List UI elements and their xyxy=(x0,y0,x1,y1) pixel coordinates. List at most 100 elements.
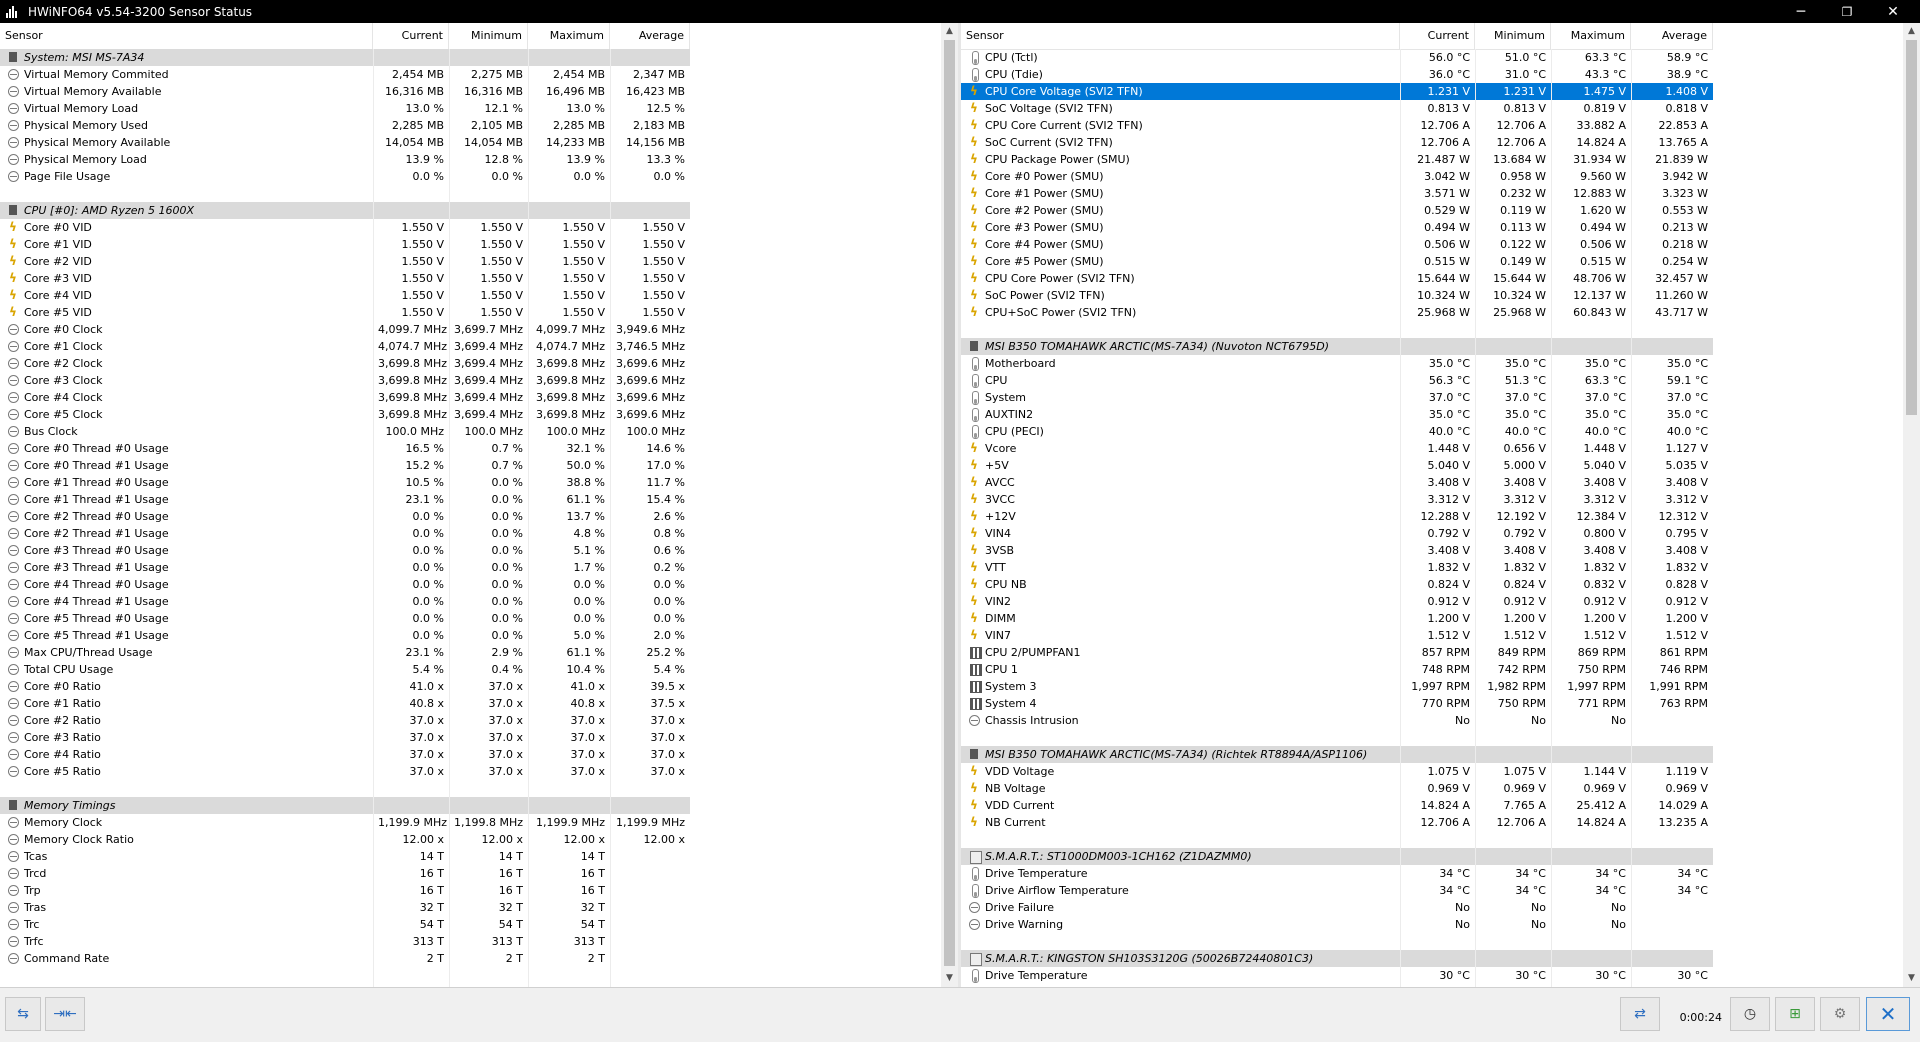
sensor-row[interactable]: ϟ VIN4 0.792 V 0.792 V 0.800 V 0.795 V xyxy=(961,525,1713,542)
sensor-row[interactable]: System 37.0 °C 37.0 °C 37.0 °C 37.0 °C xyxy=(961,389,1713,406)
sensor-row[interactable]: Memory Clock Ratio 12.00 x 12.00 x 12.00 x 1… xyxy=(0,831,690,848)
sensor-row[interactable]: Trcd 16 T 16 T 16 T xyxy=(0,865,690,882)
sensor-row[interactable]: ϟ Core #4 Power (SMU) 0.506 W 0.122 W 0.506 … xyxy=(961,236,1713,253)
sensor-row[interactable]: ϟ NB Voltage 0.969 V 0.969 V 0.969 V 0.969 V xyxy=(961,780,1713,797)
sensor-row[interactable]: Drive Failure No No No xyxy=(961,899,1713,916)
right-scrollbar[interactable]: ▲ ▼ xyxy=(1903,23,1920,987)
sensor-row[interactable]: Motherboard 35.0 °C 35.0 °C 35.0 °C 35.0 °C xyxy=(961,355,1713,372)
column-header-minimum[interactable]: Minimum xyxy=(1475,23,1551,49)
sensor-row[interactable]: ϟ CPU Package Power (SMU) 21.487 W 13.684 W… xyxy=(961,151,1713,168)
sensor-row[interactable]: ϟ CPU NB 0.824 V 0.824 V 0.832 V 0.828 V xyxy=(961,576,1713,593)
sensor-row[interactable]: Physical Memory Used 2,285 MB 2,105 MB 2,28… xyxy=(0,117,690,134)
scroll-down-icon[interactable]: ▼ xyxy=(1903,970,1920,987)
sensor-row[interactable]: Drive Temperature 30 °C 30 °C 30 °C 30 °C xyxy=(961,967,1713,984)
column-header-maximum[interactable]: Maximum xyxy=(528,23,610,49)
sensor-row[interactable]: ϟ Core #4 VID 1.550 V 1.550 V 1.550 V 1.550 V xyxy=(0,287,690,304)
sensor-row[interactable]: Page File Usage 0.0 % 0.0 % 0.0 % 0.0 % xyxy=(0,168,690,185)
right-sensor-pane[interactable]: Sensor Current Minimum Maximum Average CPU (… xyxy=(961,23,1920,987)
sensor-row[interactable]: Core #2 Thread #1 Usage 0.0 % 0.0 % 4.8 % 0.… xyxy=(0,525,690,542)
sensor-row[interactable]: System 4 770 RPM 750 RPM 771 RPM 763 RPM xyxy=(961,695,1713,712)
sensor-row[interactable]: Chassis Intrusion No No No xyxy=(961,712,1713,729)
sensor-row[interactable]: ϟ Core #3 VID 1.550 V 1.550 V 1.550 V 1.550 V xyxy=(0,270,690,287)
close-button[interactable]: ✕ xyxy=(1870,0,1916,23)
sensor-row[interactable]: Core #4 Clock 3,699.8 MHz 3,699.4 MHz 3,699… xyxy=(0,389,690,406)
sensor-row[interactable]: ϟ Core #1 Power (SMU) 3.571 W 0.232 W 12.883… xyxy=(961,185,1713,202)
scroll-up-icon[interactable]: ▲ xyxy=(1903,23,1920,40)
sensor-row[interactable]: Max CPU/Thread Usage 23.1 % 2.9 % 61.1 % 25.… xyxy=(0,644,690,661)
sensor-row[interactable]: Core #3 Ratio 37.0 x 37.0 x 37.0 x 37.0 x xyxy=(0,729,690,746)
maximize-button[interactable]: ❐ xyxy=(1824,0,1870,23)
sensor-row[interactable]: Core #1 Thread #0 Usage 10.5 % 0.0 % 38.8 %… xyxy=(0,474,690,491)
sensor-row[interactable]: ϟ VDD Voltage 1.075 V 1.075 V 1.144 V 1.119 V xyxy=(961,763,1713,780)
sensor-group-header[interactable]: CPU [#0]: AMD Ryzen 5 1600X xyxy=(0,202,690,219)
sensor-row[interactable]: Core #3 Clock 3,699.8 MHz 3,699.4 MHz 3,699… xyxy=(0,372,690,389)
sensor-row[interactable]: ϟ CPU+SoC Power (SVI2 TFN) 25.968 W 25.968 … xyxy=(961,304,1713,321)
sensor-row[interactable]: Core #0 Clock 4,099.7 MHz 3,699.7 MHz 4,099… xyxy=(0,321,690,338)
sensor-row[interactable]: Virtual Memory Commited 2,454 MB 2,275 MB 2… xyxy=(0,66,690,83)
sensor-row[interactable]: ϟ CPU Core Current (SVI2 TFN) 12.706 A 12.7… xyxy=(961,117,1713,134)
sensor-row[interactable]: Core #4 Ratio 37.0 x 37.0 x 37.0 x 37.0 x xyxy=(0,746,690,763)
sensor-group-header[interactable]: MSI B350 TOMAHAWK ARCTIC(MS-7A34) (Richt… xyxy=(961,746,1713,763)
sensor-row[interactable]: Trc 54 T 54 T 54 T xyxy=(0,916,690,933)
double-arrow-icon[interactable]: ⇆ xyxy=(5,997,41,1031)
sensor-row[interactable]: ϟ SoC Voltage (SVI2 TFN) 0.813 V 0.813 V 0.8… xyxy=(961,100,1713,117)
sensor-row[interactable]: CPU 1 748 RPM 742 RPM 750 RPM 746 RPM xyxy=(961,661,1713,678)
sensor-row[interactable]: Tcas 14 T 14 T 14 T xyxy=(0,848,690,865)
sensor-row[interactable]: Virtual Memory Available 16,316 MB 16,316 … xyxy=(0,83,690,100)
sensor-row[interactable]: Physical Memory Load 13.9 % 12.8 % 13.9 % 13… xyxy=(0,151,690,168)
sensor-row[interactable]: Core #1 Clock 4,074.7 MHz 3,699.4 MHz 4,074… xyxy=(0,338,690,355)
sensor-row[interactable]: Core #5 Thread #0 Usage 0.0 % 0.0 % 0.0 % 0.… xyxy=(0,610,690,627)
sensor-row[interactable]: AUXTIN2 35.0 °C 35.0 °C 35.0 °C 35.0 °C xyxy=(961,406,1713,423)
sensor-row[interactable]: Drive Warning No No No xyxy=(961,916,1713,933)
sensor-row[interactable]: Trfc 313 T 313 T 313 T xyxy=(0,933,690,950)
column-header-maximum[interactable]: Maximum xyxy=(1551,23,1631,49)
column-header-sensor[interactable]: Sensor xyxy=(0,23,373,49)
sensor-row[interactable]: ϟ VTT 1.832 V 1.832 V 1.832 V 1.832 V xyxy=(961,559,1713,576)
column-header-average[interactable]: Average xyxy=(610,23,690,49)
sensor-row[interactable]: Core #5 Thread #1 Usage 0.0 % 0.0 % 5.0 % 2.… xyxy=(0,627,690,644)
left-scrollbar[interactable]: ▲ ▼ xyxy=(941,23,958,987)
close-sensors-icon[interactable]: ✕ xyxy=(1866,997,1910,1031)
column-header-sensor[interactable]: Sensor xyxy=(961,23,1400,49)
sensor-row[interactable]: ϟ CPU Core Voltage (SVI2 TFN) 1.231 V 1.231… xyxy=(961,83,1713,100)
sensor-row[interactable]: Core #0 Ratio 41.0 x 37.0 x 41.0 x 39.5 x xyxy=(0,678,690,695)
sensor-row[interactable]: Drive Airflow Temperature 34 °C 34 °C 34 °C… xyxy=(961,882,1713,899)
sensor-row[interactable]: Core #2 Clock 3,699.8 MHz 3,699.4 MHz 3,699… xyxy=(0,355,690,372)
sensor-row[interactable]: ϟ SoC Power (SVI2 TFN) 10.324 W 10.324 W 12.… xyxy=(961,287,1713,304)
collapse-arrows-icon[interactable]: ⇥⇤ xyxy=(45,997,85,1031)
sensor-row[interactable]: Core #5 Ratio 37.0 x 37.0 x 37.0 x 37.0 x xyxy=(0,763,690,780)
sensor-row[interactable]: Core #2 Ratio 37.0 x 37.0 x 37.0 x 37.0 x xyxy=(0,712,690,729)
sensor-row[interactable]: ϟ DIMM 1.200 V 1.200 V 1.200 V 1.200 V xyxy=(961,610,1713,627)
sensor-row[interactable]: Core #1 Thread #1 Usage 23.1 % 0.0 % 61.1 %… xyxy=(0,491,690,508)
sensor-row[interactable]: Virtual Memory Load 13.0 % 12.1 % 13.0 % 12.… xyxy=(0,100,690,117)
sensor-row[interactable]: Drive Temperature 34 °C 34 °C 34 °C 34 °C xyxy=(961,865,1713,882)
clock-reset-icon[interactable]: ◷ xyxy=(1730,997,1770,1031)
sensor-row[interactable]: ϟ VIN2 0.912 V 0.912 V 0.912 V 0.912 V xyxy=(961,593,1713,610)
network-sync-icon[interactable]: ⇄ xyxy=(1620,997,1660,1031)
sensor-group-header[interactable]: MSI B350 TOMAHAWK ARCTIC(MS-7A34) (Nuvot… xyxy=(961,338,1713,355)
sensor-row[interactable]: ϟ VIN7 1.512 V 1.512 V 1.512 V 1.512 V xyxy=(961,627,1713,644)
sensor-row[interactable]: ϟ Core #3 Power (SMU) 0.494 W 0.113 W 0.494 … xyxy=(961,219,1713,236)
sensor-row[interactable]: ϟ NB Current 12.706 A 12.706 A 14.824 A 13.23… xyxy=(961,814,1713,831)
column-header-average[interactable]: Average xyxy=(1631,23,1713,49)
sensor-row[interactable]: ϟ Core #0 VID 1.550 V 1.550 V 1.550 V 1.550 V xyxy=(0,219,690,236)
sensor-row[interactable]: CPU (Tctl) 56.0 °C 51.0 °C 63.3 °C 58.9 °C xyxy=(961,49,1713,66)
sensor-group-header[interactable]: S.M.A.R.T.: KINGSTON SH103S3120G (50026B… xyxy=(961,950,1713,967)
settings-gear-icon[interactable]: ⚙ xyxy=(1820,997,1860,1031)
sensor-row[interactable]: Core #3 Thread #0 Usage 0.0 % 0.0 % 5.1 % 0.… xyxy=(0,542,690,559)
scroll-thumb[interactable] xyxy=(944,40,955,966)
sensor-row[interactable]: Bus Clock 100.0 MHz 100.0 MHz 100.0 MHz 100.… xyxy=(0,423,690,440)
add-report-icon[interactable]: ⊞ xyxy=(1775,997,1815,1031)
scroll-down-icon[interactable]: ▼ xyxy=(941,970,958,987)
sensor-row[interactable]: CPU (PECI) 40.0 °C 40.0 °C 40.0 °C 40.0 °C xyxy=(961,423,1713,440)
sensor-row[interactable]: Core #4 Thread #1 Usage 0.0 % 0.0 % 0.0 % 0.… xyxy=(0,593,690,610)
sensor-group-header[interactable]: System: MSI MS-7A34 xyxy=(0,49,690,66)
sensor-row[interactable]: Core #3 Thread #1 Usage 0.0 % 0.0 % 1.7 % 0.… xyxy=(0,559,690,576)
sensor-row[interactable]: Trp 16 T 16 T 16 T xyxy=(0,882,690,899)
column-header-current[interactable]: Current xyxy=(1400,23,1475,49)
sensor-row[interactable]: ϟ Vcore 1.448 V 0.656 V 1.448 V 1.127 V xyxy=(961,440,1713,457)
sensor-row[interactable]: Core #5 Clock 3,699.8 MHz 3,699.4 MHz 3,699… xyxy=(0,406,690,423)
sensor-row[interactable]: Memory Clock 1,199.9 MHz 1,199.8 MHz 1,199.… xyxy=(0,814,690,831)
sensor-row[interactable]: ϟ Core #5 VID 1.550 V 1.550 V 1.550 V 1.550 V xyxy=(0,304,690,321)
sensor-row[interactable]: ϟ AVCC 3.408 V 3.408 V 3.408 V 3.408 V xyxy=(961,474,1713,491)
